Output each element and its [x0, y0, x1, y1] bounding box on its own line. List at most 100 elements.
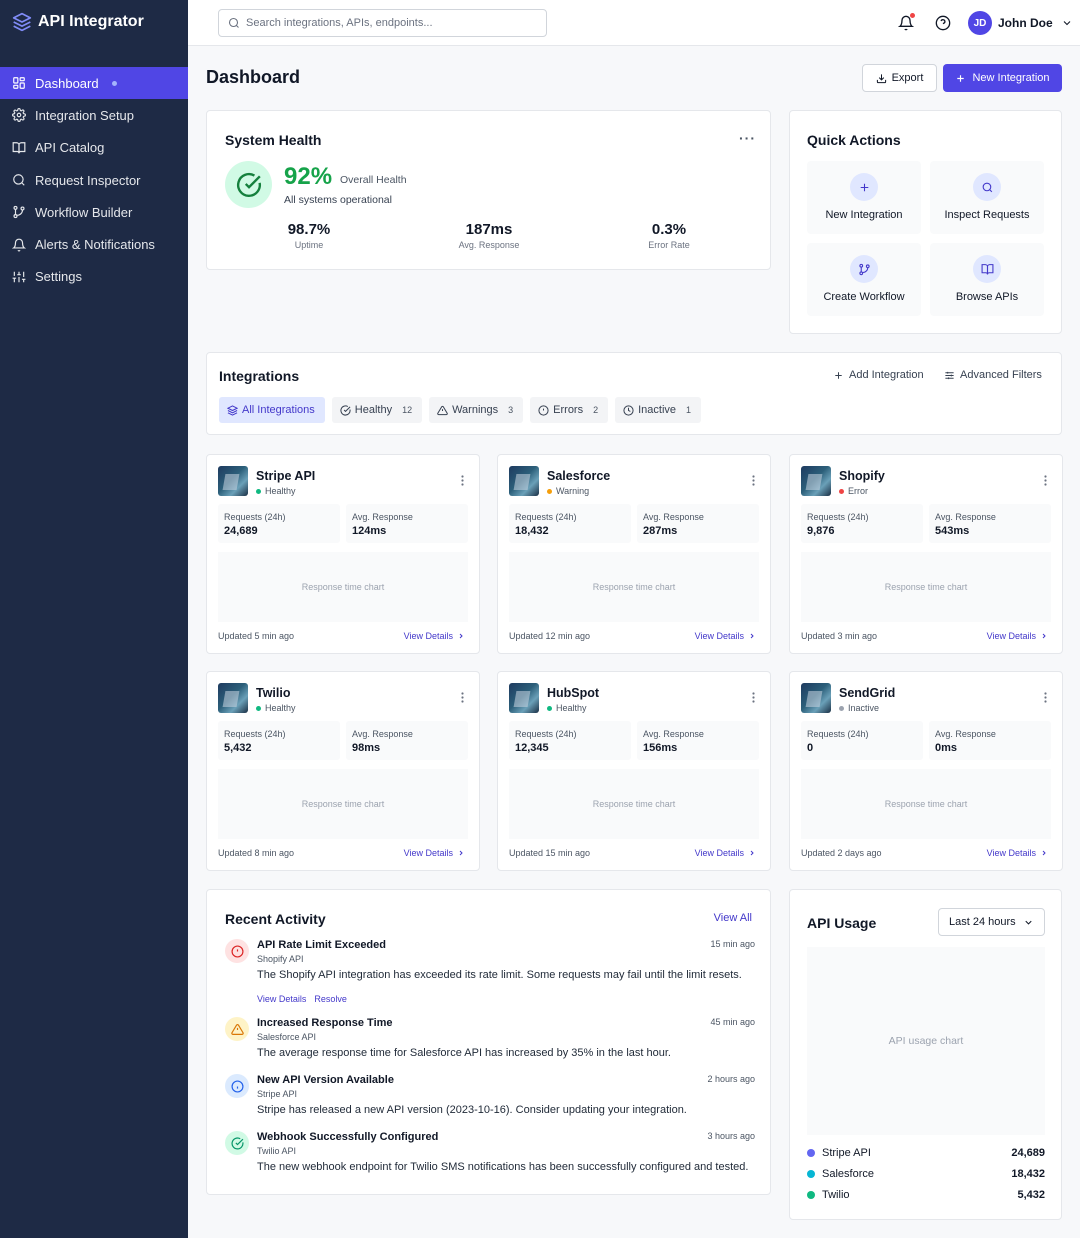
- activity-title: Increased Response Time: [257, 1017, 393, 1029]
- response-time-chart: Response time chart: [801, 552, 1051, 622]
- more-vertical-icon[interactable]: [461, 475, 464, 486]
- search-input[interactable]: [246, 17, 526, 29]
- view-details-link[interactable]: View Details: [404, 848, 465, 858]
- stat-value: 24,689: [224, 525, 258, 537]
- integration-card[interactable]: HubSpot Healthy Requests (24h) 12,345 Av…: [497, 671, 771, 871]
- filter-inactive[interactable]: Inactive 1: [615, 397, 702, 423]
- active-indicator: [111, 80, 117, 86]
- view-details-link[interactable]: View Details: [257, 994, 306, 1004]
- activity-item: Increased Response Time 45 min ago Sales…: [225, 1017, 755, 1062]
- stat-value: 0ms: [935, 742, 958, 754]
- response-time-chart: Response time chart: [801, 769, 1051, 839]
- response-time-chart: Response time chart: [509, 552, 759, 622]
- integration-card[interactable]: Twilio Healthy Requests (24h) 5,432 Avg.…: [206, 671, 480, 871]
- resolve-link[interactable]: Resolve: [314, 994, 347, 1004]
- legend-swatch: [807, 1149, 815, 1157]
- stat-avg-response: Avg. Response 156ms: [637, 721, 759, 760]
- filter-warnings[interactable]: Warnings 3: [429, 397, 524, 423]
- integration-card[interactable]: SendGrid Inactive Requests (24h) 0 Avg. …: [789, 671, 1063, 871]
- more-vertical-icon[interactable]: [752, 692, 755, 703]
- sidebar-item-settings[interactable]: Settings: [0, 261, 188, 293]
- book-open-icon: [973, 255, 1001, 283]
- integration-card[interactable]: Stripe API Healthy Requests (24h) 24,689…: [206, 454, 480, 654]
- integration-status: Inactive: [839, 703, 879, 713]
- sidebar-item-workflow-builder[interactable]: Workflow Builder: [0, 196, 188, 228]
- advanced-filters-button[interactable]: Advanced Filters: [944, 369, 1042, 381]
- metric-label: Uptime: [294, 240, 324, 250]
- check-circle-icon: [225, 1131, 249, 1155]
- filter-count: 12: [402, 405, 413, 415]
- alert-triangle-icon: [225, 1017, 249, 1041]
- export-label: Export: [891, 72, 924, 84]
- sidebar-item-dashboard[interactable]: Dashboard: [0, 67, 188, 100]
- sidebar-item-request-inspector[interactable]: Request Inspector: [0, 164, 188, 196]
- filter-label: Healthy: [354, 404, 393, 416]
- activity-time: 15 min ago: [710, 939, 755, 949]
- time-range-select[interactable]: Last 24 hours: [938, 908, 1045, 936]
- updated-time: Updated 12 min ago: [509, 631, 591, 641]
- sidebar-item-label: Integration Setup: [35, 107, 135, 123]
- view-details-link[interactable]: View Details: [695, 848, 756, 858]
- filter-errors[interactable]: Errors 2: [530, 397, 609, 423]
- new-integration-button[interactable]: New Integration: [943, 64, 1062, 92]
- alert-circle-icon: [225, 939, 249, 963]
- stat-label: Requests (24h): [224, 512, 286, 522]
- brand[interactable]: API Integrator: [0, 0, 188, 44]
- card-title: System Health: [225, 132, 322, 148]
- view-details-link[interactable]: View Details: [987, 631, 1048, 641]
- stat-value: 287ms: [643, 525, 678, 537]
- more-horizontal-icon[interactable]: ···: [739, 130, 756, 146]
- more-vertical-icon[interactable]: [752, 475, 755, 486]
- quick-action-new-integration[interactable]: New Integration: [807, 161, 921, 234]
- stat-requests: Requests (24h) 5,432: [218, 721, 340, 760]
- status-dot: [547, 488, 552, 494]
- sidebar-item-alerts[interactable]: Alerts & Notifications: [0, 228, 188, 260]
- filter-all[interactable]: All Integrations: [219, 397, 325, 423]
- add-integration-button[interactable]: Add Integration: [833, 369, 924, 381]
- card-title: Recent Activity: [225, 911, 326, 927]
- quick-action-inspect-requests[interactable]: Inspect Requests: [930, 161, 1044, 234]
- integration-name: Twilio: [256, 686, 291, 700]
- user-name: John Doe: [998, 16, 1053, 30]
- filter-healthy[interactable]: Healthy 12: [331, 397, 423, 423]
- layers-icon: [12, 12, 32, 32]
- export-button[interactable]: Export: [862, 64, 937, 92]
- alert-circle-icon: [538, 404, 549, 416]
- filter-count: 1: [686, 405, 692, 415]
- stat-value: 9,876: [807, 525, 835, 537]
- quick-action-create-workflow[interactable]: Create Workflow: [807, 243, 921, 316]
- layers-icon: [227, 404, 238, 416]
- stat-label: Avg. Response: [643, 729, 704, 739]
- view-details-link[interactable]: View Details: [695, 631, 756, 641]
- more-vertical-icon[interactable]: [1044, 692, 1047, 703]
- activity-title: New API Version Available: [257, 1074, 394, 1086]
- user-menu[interactable]: JD John Doe: [968, 11, 1073, 35]
- view-details-link[interactable]: View Details: [987, 848, 1048, 858]
- help-button[interactable]: [933, 13, 953, 33]
- view-all-link[interactable]: View All: [714, 912, 752, 924]
- sidebar-item-api-catalog[interactable]: API Catalog: [0, 132, 188, 164]
- view-details-link[interactable]: View Details: [404, 631, 465, 641]
- more-vertical-icon[interactable]: [461, 692, 464, 703]
- more-vertical-icon[interactable]: [1044, 475, 1047, 486]
- view-details-label: View Details: [986, 631, 1036, 641]
- integration-status: Warning: [547, 486, 589, 496]
- filter-label: All Integrations: [242, 404, 315, 416]
- integration-card[interactable]: Shopify Error Requests (24h) 9,876 Avg. …: [789, 454, 1063, 654]
- legend-swatch: [807, 1170, 815, 1178]
- stat-value: 156ms: [643, 742, 678, 754]
- integration-card[interactable]: Salesforce Warning Requests (24h) 18,432…: [497, 454, 771, 654]
- integration-status: Error: [839, 486, 868, 496]
- notifications-button[interactable]: [896, 13, 916, 33]
- sidebar-item-integration-setup[interactable]: Integration Setup: [0, 99, 188, 131]
- search-box[interactable]: [218, 9, 547, 37]
- quick-action-label: Browse APIs: [955, 291, 1019, 303]
- stat-value: 124ms: [352, 525, 387, 537]
- stat-requests: Requests (24h) 12,345: [509, 721, 631, 760]
- quick-action-browse-apis[interactable]: Browse APIs: [930, 243, 1044, 316]
- activity-title: Webhook Successfully Configured: [257, 1131, 439, 1143]
- view-details-label: View Details: [694, 631, 744, 641]
- chevron-right-icon: [748, 632, 756, 640]
- chevron-down-icon: [1023, 917, 1034, 928]
- activity-time: 2 hours ago: [707, 1074, 755, 1084]
